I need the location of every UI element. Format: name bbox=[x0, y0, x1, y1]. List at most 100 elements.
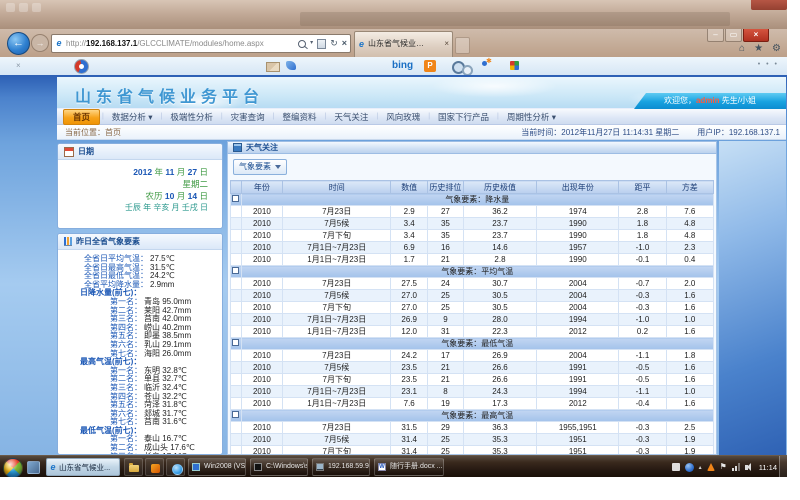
group-checkbox-cell[interactable] bbox=[231, 194, 242, 206]
table-cell: 1991 bbox=[537, 374, 619, 386]
tray-flame-icon[interactable] bbox=[707, 463, 715, 471]
table-row[interactable]: 20107月下旬3.43523.719901.84.8 bbox=[231, 230, 714, 242]
table-row[interactable]: 20107月下旬31.42535.31951-0.31.9 bbox=[231, 446, 714, 455]
main-panel: 天气关注 气象要素 年份时间数值历史排位历史极值出现年份距平方差 气象要素：降水… bbox=[227, 141, 717, 455]
table-cell: 24.2 bbox=[391, 350, 428, 362]
table-row[interactable]: 20107月23日31.52936.31955,1951-0.32.5 bbox=[231, 422, 714, 434]
table-row[interactable]: 20107月下旬23.52126.61991-0.51.6 bbox=[231, 374, 714, 386]
checkbox-icon[interactable] bbox=[232, 195, 239, 202]
stop-icon[interactable]: × bbox=[342, 35, 347, 52]
toolbar-close-icon[interactable]: × bbox=[16, 61, 21, 70]
table-row[interactable]: 20107月23日24.21726.92004-1.11.8 bbox=[231, 350, 714, 362]
element-filter-button[interactable]: 气象要素 bbox=[233, 159, 287, 175]
taskbar-explorer-button[interactable] bbox=[124, 458, 143, 476]
favorites-star-icon[interactable]: ★ bbox=[754, 43, 763, 55]
nav-item-2[interactable]: 极端性分析 bbox=[162, 111, 221, 123]
checkbox-icon[interactable] bbox=[232, 411, 239, 418]
taskbar-ie-button[interactable]: e山东省气候业... bbox=[46, 458, 120, 476]
background-window-close-button[interactable] bbox=[751, 0, 787, 10]
table-group-row[interactable]: 气象要素：最高气温 bbox=[231, 410, 714, 422]
start-button[interactable] bbox=[3, 458, 23, 477]
refresh-icon[interactable]: ↻ bbox=[330, 35, 338, 52]
table-row[interactable]: 20107月下旬27.02530.52004-0.31.6 bbox=[231, 302, 714, 314]
table-cell: 2010 bbox=[241, 290, 283, 302]
tab-close-icon[interactable]: × bbox=[444, 32, 449, 56]
rank-value: 海阳 26.0mm bbox=[144, 349, 191, 358]
row-spacer-cell bbox=[231, 350, 242, 362]
browser-forward-button[interactable]: → bbox=[31, 34, 49, 52]
nav-item-7[interactable]: 国家下行产品 bbox=[430, 111, 497, 123]
new-tab-button[interactable] bbox=[455, 37, 470, 54]
addon-icon[interactable] bbox=[286, 61, 296, 70]
nav-item-4[interactable]: 整编资料 bbox=[275, 111, 325, 123]
stats-panel: 昨日全省气象要素 全省日平均气温：27.5℃全省日最高气温：31.5℃全省日最低… bbox=[57, 233, 223, 455]
apps-grid-icon[interactable] bbox=[510, 61, 519, 70]
table-row[interactable]: 20101月1日~7月23日7.61917.32012-0.41.6 bbox=[231, 398, 714, 410]
tray-expand-icon[interactable]: ▴ bbox=[699, 464, 702, 471]
table-row[interactable]: 20107月5候27.02530.52004-0.31.6 bbox=[231, 290, 714, 302]
group-checkbox-cell[interactable] bbox=[231, 410, 242, 422]
taskbar-window-vs[interactable]: Win2008 (VS2... bbox=[188, 458, 246, 476]
checkbox-icon[interactable] bbox=[232, 339, 239, 346]
binoculars-icon[interactable] bbox=[452, 61, 465, 74]
home-icon[interactable]: ⌂ bbox=[739, 43, 745, 55]
mail-icon[interactable] bbox=[266, 62, 280, 72]
table-row[interactable]: 20101月1日~7月23日1.7212.81990-0.10.4 bbox=[231, 254, 714, 266]
table-row[interactable]: 20107月5候3.43523.719901.84.8 bbox=[231, 218, 714, 230]
nav-item-6[interactable]: 风向玫瑰 bbox=[378, 111, 428, 123]
compatibility-view-icon[interactable] bbox=[317, 39, 326, 49]
bing-logo[interactable]: bing bbox=[392, 60, 413, 71]
network-signal-icon[interactable] bbox=[732, 463, 740, 471]
taskbar-app-button[interactable] bbox=[145, 458, 164, 476]
nav-item-3[interactable]: 灾害查询 bbox=[223, 111, 273, 123]
remote-desktop-screen: ← → ehttp://192.168.137.1/GLCCLIMATE/mod… bbox=[0, 0, 787, 477]
pinyin-badge[interactable]: P bbox=[424, 60, 436, 72]
table-row[interactable]: 20107月5候23.52126.61991-0.51.6 bbox=[231, 362, 714, 374]
table-cell: 35.3 bbox=[463, 434, 536, 446]
taskbar-window-rdp[interactable]: 192.168.59.99... bbox=[312, 458, 370, 476]
table-group-row[interactable]: 气象要素：平均气温 bbox=[231, 266, 714, 278]
taskbar-clock[interactable]: 11:14 bbox=[759, 463, 777, 472]
table-cell: 2010 bbox=[241, 398, 283, 410]
action-center-flag-icon[interactable]: ⚑ bbox=[720, 463, 727, 471]
window-minimize-button[interactable]: – bbox=[707, 29, 724, 42]
browser-back-button[interactable]: ← bbox=[7, 32, 30, 55]
taskbar-window-word[interactable]: W随行手册.docx ... bbox=[374, 458, 444, 476]
table-row[interactable]: 20107月1日~7月23日23.1824.31994-1.11.0 bbox=[231, 386, 714, 398]
table-cell: 7月下旬 bbox=[283, 374, 391, 386]
window-maximize-button[interactable]: ▭ bbox=[725, 29, 742, 42]
taskbar-window-cmd[interactable]: C:\Windows\s... bbox=[250, 458, 308, 476]
table-row[interactable]: 20107月23日2.92736.219742.87.6 bbox=[231, 206, 714, 218]
table-cell: 1951 bbox=[537, 446, 619, 455]
table-group-row[interactable]: 气象要素：降水量 bbox=[231, 194, 714, 206]
table-row[interactable]: 20107月23日27.52430.72004-0.72.0 bbox=[231, 278, 714, 290]
quick-launch-icon[interactable] bbox=[27, 461, 40, 474]
table-group-row[interactable]: 气象要素：最低气温 bbox=[231, 338, 714, 350]
nav-item-1[interactable]: 数据分析 ▾ bbox=[104, 111, 161, 123]
group-checkbox-cell[interactable] bbox=[231, 266, 242, 278]
group-checkbox-cell[interactable] bbox=[231, 338, 242, 350]
table-row[interactable]: 20107月1日~7月23日26.9928.01994-1.01.0 bbox=[231, 314, 714, 326]
tray-network-globe-icon[interactable] bbox=[685, 463, 694, 472]
checkbox-icon[interactable] bbox=[232, 267, 239, 274]
show-desktop-button[interactable] bbox=[779, 456, 787, 477]
search-dropdown-icon[interactable]: ▾ bbox=[310, 35, 313, 52]
volume-icon[interactable] bbox=[745, 465, 748, 470]
address-bar[interactable]: ehttp://192.168.137.1/GLCCLIMATE/modules… bbox=[51, 34, 351, 53]
taskbar-media-button[interactable] bbox=[166, 458, 185, 476]
table-row[interactable]: 20107月1日~7月23日6.91614.61957-1.02.3 bbox=[231, 242, 714, 254]
browser-tab[interactable]: e山东省气候业务平... × bbox=[354, 31, 453, 58]
window-close-button[interactable]: × bbox=[743, 29, 769, 42]
table-row[interactable]: 20107月5候31.42535.31951-0.31.9 bbox=[231, 434, 714, 446]
toolbar-overflow-dots[interactable]: • • • bbox=[758, 61, 779, 68]
nav-item-8[interactable]: 周期性分析 ▾ bbox=[499, 111, 564, 123]
nav-item-0[interactable]: 首页 bbox=[63, 109, 100, 125]
tray-language-icon[interactable] bbox=[672, 463, 680, 471]
settings-gear-icon[interactable]: ⚙ bbox=[772, 43, 781, 55]
breadcrumb-value[interactable]: 首页 bbox=[105, 128, 121, 137]
addon-logo-icon[interactable] bbox=[74, 59, 89, 74]
nav-item-5[interactable]: 天气关注 bbox=[326, 111, 376, 123]
table-row[interactable]: 20101月1日~7月23日12.03122.320120.21.6 bbox=[231, 326, 714, 338]
sparkle-icon[interactable] bbox=[482, 61, 487, 66]
search-icon[interactable] bbox=[298, 40, 306, 48]
